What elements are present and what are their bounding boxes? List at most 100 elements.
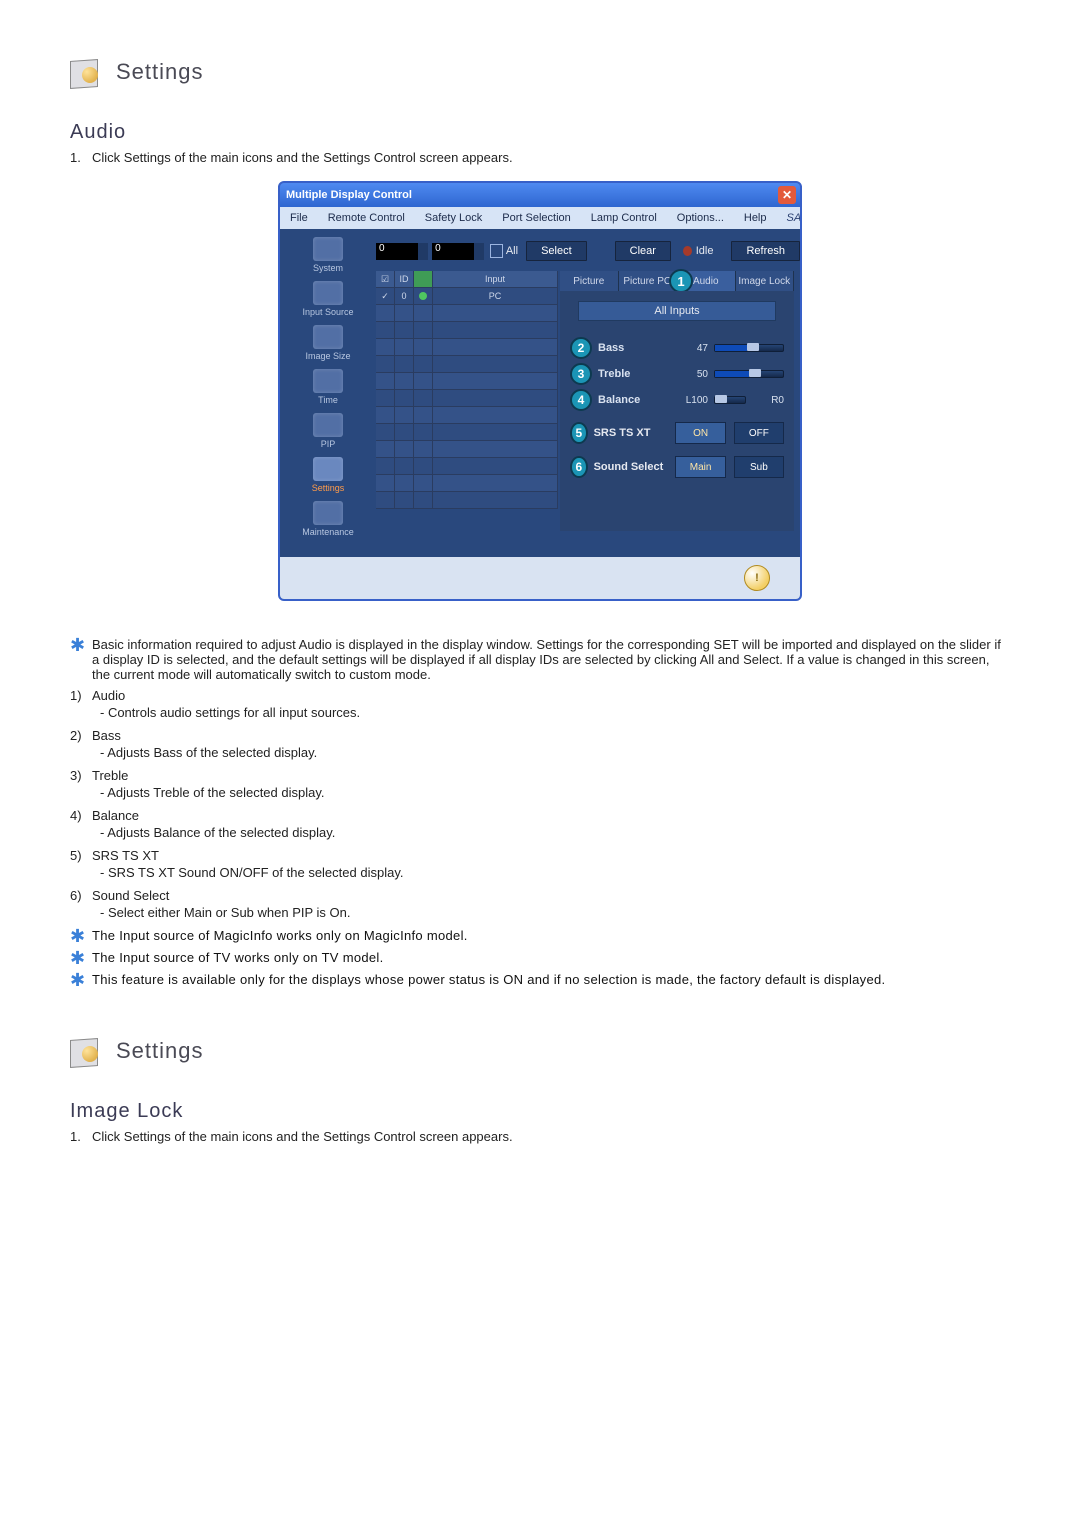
grid-row <box>376 492 558 509</box>
sound-sub-button[interactable]: Sub <box>734 456 784 478</box>
menu-help[interactable]: Help <box>734 212 777 224</box>
item-3: 3)Treble- Adjusts Treble of the selected… <box>70 768 1010 800</box>
grid-row[interactable]: ✓ 0 PC <box>376 288 558 305</box>
sidenav: System Input Source Image Size Time PIP … <box>288 237 368 545</box>
tab-picture[interactable]: Picture <box>560 271 619 291</box>
label-treble: Treble <box>598 368 668 380</box>
row-check[interactable]: ✓ <box>376 288 395 304</box>
slider-bass[interactable] <box>714 344 784 352</box>
star-icon: ✱ <box>70 928 92 944</box>
slider-balance[interactable] <box>714 396 746 404</box>
row-input: PC <box>433 288 558 304</box>
chevron-down-icon[interactable] <box>418 243 429 260</box>
image-icon <box>313 325 343 349</box>
sidenav-time[interactable]: Time <box>288 369 368 405</box>
sidenav-settings[interactable]: Settings <box>288 457 368 493</box>
col-input: Input <box>433 271 558 287</box>
srs-off-button[interactable]: OFF <box>734 422 784 444</box>
subsection-image-lock: Image Lock <box>70 1100 1010 1123</box>
lead-body: Click Settings of the main icons and the… <box>92 150 513 165</box>
warning-icon: ! <box>744 565 770 591</box>
id-from[interactable]: 0 <box>376 243 418 260</box>
star-icon: ✱ <box>70 637 92 682</box>
section-header: Settings <box>70 1034 1010 1068</box>
audio-panel: All Inputs 2 Bass 47 3 Treble 50 4 Balan… <box>560 291 794 531</box>
lead-body: Click Settings of the main icons and the… <box>92 1129 513 1144</box>
chevron-down-icon[interactable] <box>474 243 485 260</box>
badge-5: 5 <box>570 422 588 444</box>
slider-treble[interactable] <box>714 370 784 378</box>
close-icon[interactable]: ✕ <box>778 186 796 204</box>
section-header: Settings <box>70 55 1010 89</box>
grid-header: ☑ ID Input <box>376 271 558 288</box>
lead-text: 1.Click Settings of the main icons and t… <box>70 1129 1010 1144</box>
grid-row <box>376 305 558 322</box>
value-bass: 47 <box>668 343 714 354</box>
maintenance-icon <box>313 501 343 525</box>
sidenav-input[interactable]: Input Source <box>288 281 368 317</box>
value-balance-right: R0 <box>746 395 784 406</box>
star-icon: ✱ <box>70 972 92 988</box>
sidenav-pip[interactable]: PIP <box>288 413 368 449</box>
settings-nav-icon <box>313 457 343 481</box>
col-status <box>414 271 433 287</box>
row-balance: 4 Balance L100 R0 <box>570 387 784 413</box>
grid-row <box>376 441 558 458</box>
all-checkbox[interactable] <box>490 244 503 258</box>
sidenav-maintenance[interactable]: Maintenance <box>288 501 368 537</box>
clear-button[interactable]: Clear <box>615 241 671 261</box>
row-id: 0 <box>395 288 414 304</box>
all-inputs-button[interactable]: All Inputs <box>578 301 776 321</box>
badge-6: 6 <box>570 456 588 478</box>
grid-row <box>376 407 558 424</box>
menu-options[interactable]: Options... <box>667 212 734 224</box>
work-area: 0 0 All Select Clear Idle Refresh System… <box>280 229 800 557</box>
menu-remote[interactable]: Remote Control <box>318 212 415 224</box>
app-window: Multiple Display Control ✕ File Remote C… <box>278 181 802 601</box>
brand-label: SAMSUNG DIGITall <box>777 212 803 224</box>
window-titlebar: Multiple Display Control ✕ <box>280 183 800 207</box>
note-magicinfo: ✱The Input source of MagicInfo works onl… <box>70 928 1010 944</box>
menu-bar: File Remote Control Safety Lock Port Sel… <box>280 207 800 229</box>
tab-audio[interactable]: 1 Audio <box>677 271 736 291</box>
select-button[interactable]: Select <box>526 241 587 261</box>
note-feature: ✱This feature is available only for the … <box>70 972 1010 988</box>
display-grid: ☑ ID Input ✓ 0 PC <box>376 271 558 509</box>
menu-safety[interactable]: Safety Lock <box>415 212 492 224</box>
menu-lamp[interactable]: Lamp Control <box>581 212 667 224</box>
idle-dot-icon <box>683 246 692 256</box>
note-basic: ✱ Basic information required to adjust A… <box>70 637 1010 682</box>
srs-on-button[interactable]: ON <box>675 422 725 444</box>
note-tv: ✱The Input source of TV works only on TV… <box>70 950 1010 966</box>
item-4: 4)Balance- Adjusts Balance of the select… <box>70 808 1010 840</box>
input-icon <box>313 281 343 305</box>
menu-file[interactable]: File <box>280 212 318 224</box>
grid-row <box>376 373 558 390</box>
note-text: Basic information required to adjust Aud… <box>92 637 1010 682</box>
row-treble: 3 Treble 50 <box>570 361 784 387</box>
settings-icon <box>70 1034 104 1068</box>
time-icon <box>313 369 343 393</box>
item-2: 2)Bass- Adjusts Bass of the selected dis… <box>70 728 1010 760</box>
label-srs: SRS TS XT <box>594 427 668 439</box>
col-id: ID <box>395 271 414 287</box>
label-sound: Sound Select <box>594 461 668 473</box>
badge-4: 4 <box>570 389 592 411</box>
grid-row <box>376 390 558 407</box>
sound-main-button[interactable]: Main <box>675 456 725 478</box>
tab-image-lock[interactable]: Image Lock <box>736 271 795 291</box>
item-5: 5)SRS TS XT- SRS TS XT Sound ON/OFF of t… <box>70 848 1010 880</box>
grid-row <box>376 458 558 475</box>
window-title: Multiple Display Control <box>286 189 412 201</box>
id-to[interactable]: 0 <box>432 243 474 260</box>
badge-1: 1 <box>669 269 693 293</box>
grid-row <box>376 475 558 492</box>
menu-port[interactable]: Port Selection <box>492 212 580 224</box>
refresh-button[interactable]: Refresh <box>731 241 800 261</box>
system-icon <box>313 237 343 261</box>
section-title: Settings <box>116 1038 204 1064</box>
sidenav-system[interactable]: System <box>288 237 368 273</box>
sidenav-image-size[interactable]: Image Size <box>288 325 368 361</box>
section-title: Settings <box>116 59 204 85</box>
settings-icon <box>70 55 104 89</box>
